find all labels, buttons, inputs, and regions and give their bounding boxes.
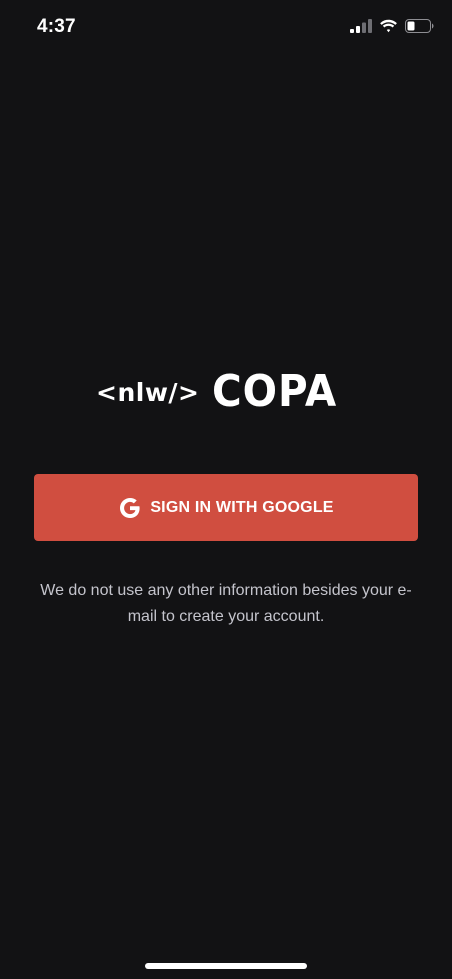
sign-in-button-label: SIGN IN WITH GOOGLE (150, 498, 334, 516)
wifi-icon (380, 19, 397, 33)
battery-icon (405, 19, 434, 33)
status-icons (350, 19, 434, 33)
status-bar: 4:37 (0, 0, 452, 54)
privacy-info-text: We do not use any other information besi… (40, 582, 412, 625)
logo-name: COPA (211, 366, 337, 417)
home-indicator[interactable] (145, 963, 307, 969)
app-logo: <nlw/> COPA (96, 366, 358, 418)
sign-in-with-google-button[interactable]: SIGN IN WITH GOOGLE (34, 474, 418, 541)
status-time: 4:37 (37, 16, 76, 37)
google-icon (120, 497, 140, 518)
logo-prefix: <nlw/> (96, 377, 200, 407)
cellular-signal-icon (350, 19, 372, 33)
